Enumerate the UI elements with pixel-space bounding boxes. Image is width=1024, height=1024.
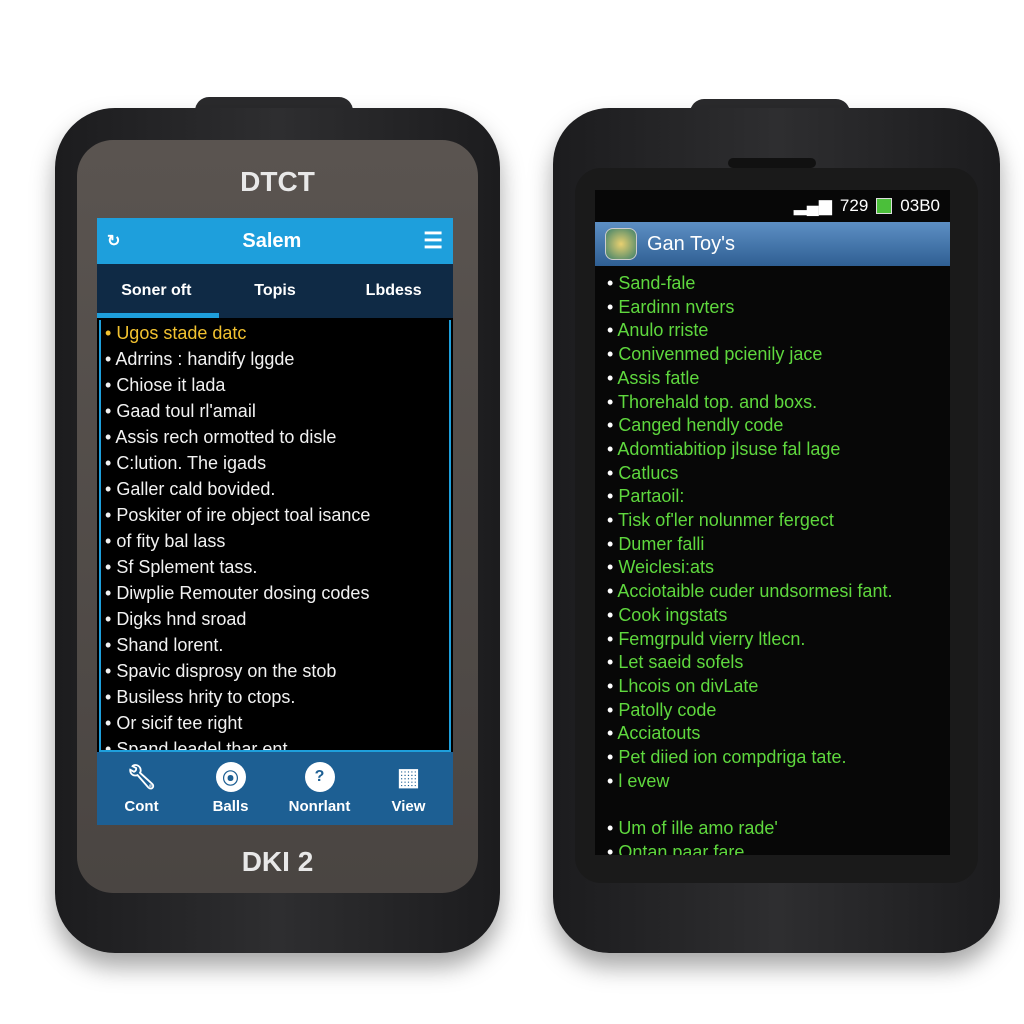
- list-item[interactable]: Ugos stade datc: [101, 320, 449, 346]
- nav-label: Balls: [212, 798, 249, 815]
- signal-icon: ▂▄▆: [793, 196, 832, 215]
- item-list: Sand-faleEardinn nvtersAnulo rristeConiv…: [595, 266, 950, 855]
- nav-nonrlant[interactable]: ? Nonrlant: [275, 752, 364, 825]
- list-item[interactable]: Assis rech ormotted to disle: [101, 424, 449, 450]
- list-item[interactable]: Busiless hrity to ctops.: [101, 684, 449, 710]
- app-header: ↻ Salem ☰: [97, 218, 453, 264]
- list-item[interactable]: of fity bal lass: [101, 528, 449, 554]
- list-item[interactable]: Or sicif tee right: [101, 710, 449, 736]
- tab-topis[interactable]: Topis: [216, 282, 335, 300]
- list-item[interactable]: Assis fatle: [595, 367, 950, 391]
- list-item[interactable]: Let saeid sofels: [595, 651, 950, 675]
- nav-view[interactable]: ▦ View: [364, 752, 453, 825]
- left-screen: ↻ Salem ☰ Soner oft Topis Lbdess Ugos st…: [97, 218, 453, 825]
- list-item[interactable]: Eardinn nvters: [595, 296, 950, 320]
- list-item[interactable]: Pet diied ion compdriga tate.: [595, 746, 950, 770]
- nav-balls[interactable]: ⦿ Balls: [186, 752, 275, 825]
- status-bar: ▂▄▆ 729 03B0: [595, 190, 950, 222]
- nav-label: View: [391, 798, 426, 815]
- app-icon: [605, 228, 637, 260]
- nav-label: Cont: [124, 798, 159, 815]
- list-item[interactable]: Spand leadel thar ent: [101, 736, 449, 750]
- brand-logo-bottom: DKI 2: [241, 846, 314, 877]
- list-item[interactable]: l evew: [595, 770, 950, 794]
- key-icon: ?: [304, 762, 335, 792]
- list-item[interactable]: Dumer falli: [595, 533, 950, 557]
- list-item[interactable]: Sf Splement tass.: [101, 554, 449, 580]
- list-item[interactable]: Sand-fale: [595, 272, 950, 296]
- nav-label: Nonrlant: [288, 798, 351, 815]
- refresh-icon[interactable]: ↻: [107, 231, 120, 251]
- hamburger-menu-icon[interactable]: ☰: [423, 228, 443, 254]
- grid-icon: ▦: [397, 763, 420, 791]
- list-item[interactable]: Adomtiabitiop jlsuse fal lage: [595, 438, 950, 462]
- app-title-bar: Gan Toy's: [595, 222, 950, 266]
- list-item[interactable]: Poskiter of ire object toal isance: [101, 502, 449, 528]
- status-time: 03B0: [900, 196, 940, 215]
- tab-bar: Soner oft Topis Lbdess: [97, 264, 453, 318]
- list-item[interactable]: Ontan paar fare: [595, 841, 950, 855]
- header-title: Salem: [242, 229, 302, 252]
- nav-cont[interactable]: 🔧︎ Cont: [97, 752, 186, 825]
- signal-value: 729: [839, 196, 869, 215]
- list-item[interactable]: Um of ille amo rade': [595, 817, 950, 841]
- list-item[interactable]: Lhcois on divLate: [595, 675, 950, 699]
- brand-logo-top: DTCT: [240, 166, 315, 197]
- list-item[interactable]: Acciatouts: [595, 722, 950, 746]
- right-screen: ▂▄▆ 729 03B0 Gan Toy's Sand-faleEardinn …: [595, 190, 950, 855]
- speaker-grille: [728, 158, 816, 168]
- list-item[interactable]: Canged hendly code: [595, 414, 950, 438]
- list-item[interactable]: Femgrpuld vierry ltlecn.: [595, 628, 950, 652]
- list-item[interactable]: Conivenmed pcienily jace: [595, 343, 950, 367]
- list-item[interactable]: Weiclesi:ats: [595, 556, 950, 580]
- list-item[interactable]: Gaad toul rl'amail: [101, 398, 449, 424]
- list-item[interactable]: Chiose it lada: [101, 372, 449, 398]
- wrench-icon: 🔧︎: [126, 763, 157, 791]
- app-title: Gan Toy's: [647, 232, 735, 255]
- list-item[interactable]: Patolly code: [595, 699, 950, 723]
- list-item[interactable]: Galler cald bovided.: [101, 476, 449, 502]
- list-item[interactable]: Acciotaible cuder undsormesi fant.: [595, 580, 950, 604]
- list-item[interactable]: Digks hnd sroad: [101, 606, 449, 632]
- tab-lbdess[interactable]: Lbdess: [334, 282, 453, 300]
- list-item[interactable]: C:lution. The igads: [101, 450, 449, 476]
- list-item[interactable]: Spavic disprosy on the stob: [101, 658, 449, 684]
- active-tab-indicator: [97, 313, 219, 318]
- list-item[interactable]: Catlucs: [595, 462, 950, 486]
- bottom-nav: 🔧︎ Cont ⦿ Balls ? Nonrlant ▦ View: [97, 752, 453, 825]
- list-item[interactable]: Shand lorent.: [101, 632, 449, 658]
- list-item[interactable]: Partaoil:: [595, 485, 950, 509]
- list-item[interactable]: Tisk of'ler nolunmer fergect: [595, 509, 950, 533]
- battery-icon: [876, 198, 893, 214]
- signal-icon: ⦿: [215, 762, 246, 792]
- list-item[interactable]: Thorehald top. and boxs.: [595, 391, 950, 415]
- tab-soner-oft[interactable]: Soner oft: [97, 282, 216, 300]
- item-list: Ugos stade datcAdrrins : handify lggdeCh…: [99, 320, 451, 752]
- list-gap: [595, 793, 950, 817]
- list-item[interactable]: Cook ingstats: [595, 604, 950, 628]
- list-item[interactable]: Anulo rriste: [595, 319, 950, 343]
- list-item[interactable]: Diwplie Remouter dosing codes: [101, 580, 449, 606]
- list-item[interactable]: Adrrins : handify lggde: [101, 346, 449, 372]
